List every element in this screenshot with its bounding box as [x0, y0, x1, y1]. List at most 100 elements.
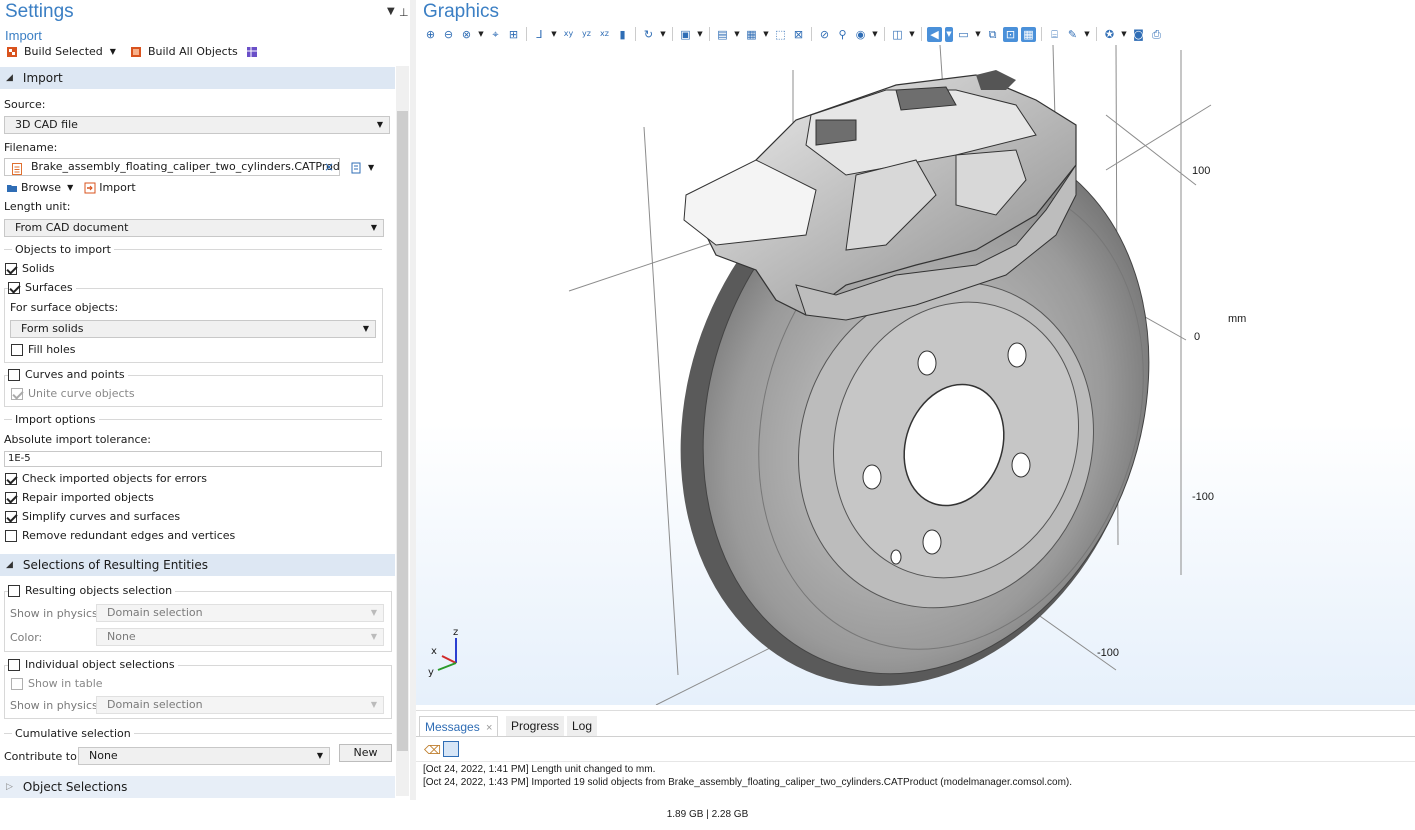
remove-redundant-checkbox[interactable]: Remove redundant edges and vertices: [5, 529, 235, 542]
object-selections-header[interactable]: ▷ Object Selections: [0, 776, 395, 798]
brake-assembly-model[interactable]: [416, 45, 1415, 705]
filename-field[interactable]: Brake_assembly_floating_caliper_two_cyli…: [4, 158, 340, 176]
hide-icon[interactable]: ⊘: [817, 27, 832, 42]
render-mode-icon[interactable]: ◫: [890, 27, 905, 42]
yz-view-icon[interactable]: yz: [579, 27, 594, 42]
import-button[interactable]: Import: [99, 181, 136, 194]
scene-icon[interactable]: ▭: [956, 27, 971, 42]
geometry-table-icon[interactable]: [246, 45, 258, 58]
clear-filename-icon[interactable]: ×: [324, 159, 334, 175]
zoom-box-icon[interactable]: ⊗: [459, 27, 474, 42]
dropdown-icon[interactable]: ▼: [762, 27, 770, 42]
individual-selections-checkbox[interactable]: Individual object selections: [8, 658, 178, 671]
lighting-icon[interactable]: ◀: [927, 26, 942, 42]
zoom-in-icon[interactable]: ⊕: [423, 27, 438, 42]
build-all-icon[interactable]: [130, 45, 142, 58]
fill-holes-checkbox[interactable]: Fill holes: [11, 343, 75, 356]
dropdown-icon[interactable]: ▼: [945, 26, 953, 42]
dropdown-icon[interactable]: ▼: [871, 27, 879, 42]
selection-mode-icon[interactable]: ▣: [678, 27, 693, 42]
xy-view-icon[interactable]: xy: [561, 27, 576, 42]
clear-messages-icon[interactable]: ⌫: [424, 743, 441, 757]
browse-button[interactable]: Browse: [21, 181, 61, 194]
import-options-title: Import options: [12, 413, 99, 426]
tab-messages[interactable]: Messages ×: [419, 716, 499, 736]
dropdown-icon[interactable]: ▼: [1120, 27, 1128, 42]
dropdown-icon[interactable]: ▼: [1083, 27, 1091, 42]
rotate-icon[interactable]: ↻: [641, 27, 656, 42]
solids-checkbox[interactable]: Solids: [5, 262, 55, 275]
scrollbar-thumb[interactable]: [397, 111, 408, 751]
zoom-out-icon[interactable]: ⊖: [441, 27, 456, 42]
file-options-dropdown-icon[interactable]: ▼: [368, 163, 374, 172]
checkbox-icon: [5, 529, 17, 542]
build-selected-dropdown-icon[interactable]: ▼: [110, 47, 116, 56]
dropdown-icon[interactable]: ▼: [659, 27, 667, 42]
file-options-icon[interactable]: [351, 161, 363, 174]
settings-scrollbar[interactable]: [396, 66, 409, 796]
select-domains-icon[interactable]: ▦: [744, 27, 759, 42]
pin-icon[interactable]: ⊥: [399, 6, 409, 19]
build-selected-icon[interactable]: [6, 45, 18, 58]
xz-view-icon[interactable]: xz: [597, 27, 612, 42]
refresh-icon[interactable]: ✪: [1102, 27, 1117, 42]
build-all-button[interactable]: Build All Objects: [148, 45, 238, 58]
close-icon[interactable]: ×: [486, 722, 492, 734]
view-axes-icon[interactable]: ⅃: [532, 27, 547, 42]
simplify-checkbox[interactable]: Simplify curves and surfaces: [5, 510, 180, 523]
dropdown-icon[interactable]: ▼: [908, 27, 916, 42]
wireframe-icon[interactable]: ⧉: [985, 27, 1000, 42]
surface-objects-select[interactable]: Form solids ▼: [10, 320, 376, 338]
tab-progress[interactable]: Progress: [506, 716, 565, 736]
surfaces-checkbox[interactable]: Surfaces: [8, 281, 76, 294]
section-view-icon[interactable]: ▮: [615, 27, 630, 42]
axis-icon[interactable]: ▦: [1021, 26, 1036, 42]
import-icon[interactable]: [84, 181, 96, 194]
axis-label-z100: 100: [1192, 165, 1211, 177]
browse-dropdown-icon[interactable]: ▼: [67, 183, 73, 192]
hidden-list-icon[interactable]: ⚲: [835, 27, 850, 42]
dropdown-icon[interactable]: ▼: [550, 27, 558, 42]
folder-icon[interactable]: [6, 181, 18, 194]
curves-points-checkbox[interactable]: Curves and points: [8, 368, 128, 381]
contribute-select[interactable]: None ▼: [78, 747, 330, 765]
check-errors-checkbox[interactable]: Check imported objects for errors: [5, 472, 207, 485]
tolerance-input[interactable]: 1E-5: [4, 451, 382, 467]
contribute-label: Contribute to:: [4, 750, 81, 763]
selections-section-header[interactable]: ◢ Selections of Resulting Entities: [0, 554, 395, 576]
camera-icon[interactable]: ◙: [1131, 27, 1146, 42]
repair-checkbox[interactable]: Repair imported objects: [5, 491, 154, 504]
show-in-physics-label-2: Show in physics:: [10, 699, 102, 712]
new-button[interactable]: New: [339, 744, 392, 762]
scroll-lock-icon[interactable]: [443, 741, 459, 757]
graphics-window[interactable]: Graphics ⊕ ⊖ ⊗ ▼ ⌖ ⊞ ⅃ ▼ xy yz xz ▮ ↻ ▼ ▣ ▼ …: [416, 0, 1415, 705]
color-palette-icon[interactable]: ✎: [1065, 27, 1080, 42]
center-icon[interactable]: ⌖: [488, 27, 503, 42]
objects-to-import-title: Objects to import: [12, 243, 114, 256]
length-unit-select[interactable]: From CAD document ▼: [4, 219, 384, 237]
source-select[interactable]: 3D CAD file ▼: [4, 116, 390, 134]
build-selected-button[interactable]: Build Selected: [24, 45, 103, 58]
chevron-down-icon: ▼: [316, 751, 323, 760]
print-icon[interactable]: ⎙: [1149, 27, 1164, 42]
clear-icon[interactable]: ⌸: [1047, 27, 1062, 42]
import-section-header[interactable]: ◢ Import: [0, 67, 395, 89]
select-objects-icon[interactable]: ▤: [715, 27, 730, 42]
panel-menu-icon[interactable]: ▼: [387, 6, 395, 17]
dropdown-icon[interactable]: ▼: [733, 27, 741, 42]
graphics-title: Graphics: [423, 1, 500, 22]
cumulative-title: Cumulative selection: [12, 727, 134, 740]
deselect-icon[interactable]: ⊠: [791, 27, 806, 42]
resulting-selection-checkbox[interactable]: Resulting objects selection: [8, 584, 176, 597]
triad-y-label: y: [428, 667, 434, 678]
dropdown-icon[interactable]: ▼: [477, 27, 485, 42]
zoom-extents-icon[interactable]: ⊞: [506, 27, 521, 42]
expand-icon: ▷: [6, 782, 13, 792]
dropdown-icon[interactable]: ▼: [696, 27, 704, 42]
dropdown-icon[interactable]: ▼: [974, 27, 982, 42]
visibility-icon[interactable]: ◉: [853, 27, 868, 42]
select-box-icon[interactable]: ⬚: [773, 27, 788, 42]
grid-icon[interactable]: ⊡: [1003, 26, 1018, 42]
chevron-right-icon[interactable]: [1391, 315, 1411, 375]
tab-log[interactable]: Log: [567, 716, 598, 736]
